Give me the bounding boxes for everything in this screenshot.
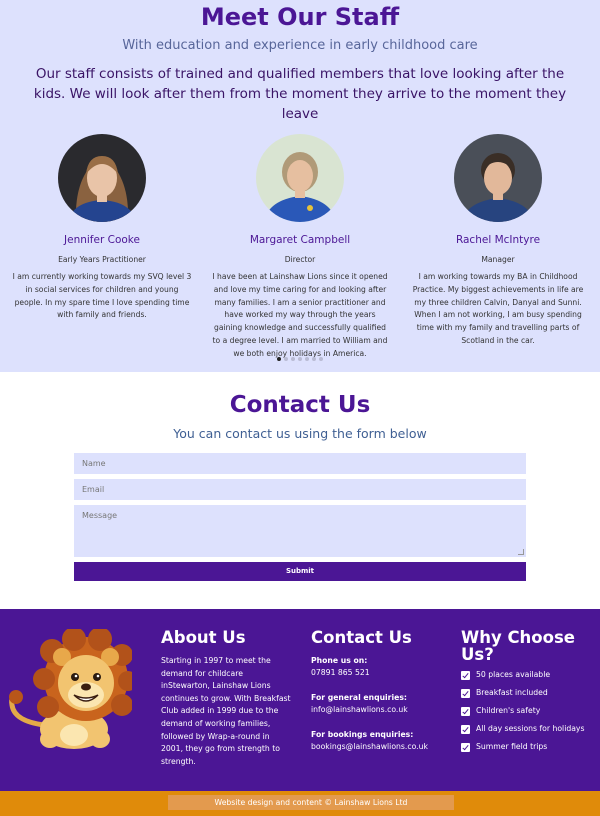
staff-title: Meet Our Staff bbox=[200, 3, 400, 31]
checkbox-checked-icon bbox=[461, 670, 470, 680]
checkbox-checked-icon bbox=[461, 688, 470, 698]
general-email-link[interactable]: info@lainshawlions.co.uk bbox=[311, 704, 451, 716]
contact-form: Name Email Message Submit bbox=[74, 453, 526, 581]
name-input[interactable]: Name bbox=[74, 453, 526, 474]
list-item: Breakfast included bbox=[461, 687, 596, 699]
carousel-dot[interactable] bbox=[277, 357, 281, 361]
staff-name: Jennifer Cooke bbox=[64, 234, 140, 246]
staff-section: Meet Our Staff With education and experi… bbox=[0, 0, 600, 372]
why-item-label: Summer field trips bbox=[476, 742, 548, 751]
carousel-dot[interactable] bbox=[298, 357, 302, 361]
carousel-dot[interactable] bbox=[312, 357, 316, 361]
bookings-enquiries-label: For bookings enquiries: bbox=[311, 730, 414, 739]
why-item-label: Children's safety bbox=[476, 706, 541, 715]
why-item-label: 50 places available bbox=[476, 670, 551, 679]
carousel-dot[interactable] bbox=[319, 357, 323, 361]
list-item: All day sessions for holidays bbox=[461, 723, 596, 735]
carousel-pagination bbox=[0, 357, 600, 361]
staff-photo-avatar bbox=[58, 134, 146, 222]
why-item-label: Breakfast included bbox=[476, 688, 548, 697]
staff-subtitle: With education and experience in early c… bbox=[122, 38, 478, 53]
submit-button[interactable]: Submit bbox=[74, 562, 526, 581]
contact-title: Contact Us bbox=[229, 392, 371, 418]
staff-bio: I am currently working towards my SVQ le… bbox=[12, 272, 192, 320]
carousel-dot[interactable] bbox=[291, 357, 295, 361]
staff-carousel: Jennifer Cooke Early Years Practitioner … bbox=[0, 134, 600, 361]
staff-card: Jennifer Cooke Early Years Practitioner … bbox=[12, 134, 192, 361]
staff-name: Rachel McIntyre bbox=[455, 234, 541, 246]
about-text: Starting in 1997 to meet the demand for … bbox=[161, 656, 291, 766]
staff-bio: I am working towards my BA in Childhood … bbox=[412, 272, 584, 345]
contact-section: Contact Us You can contact us using the … bbox=[0, 372, 600, 609]
why-heading: Why Choose Us? bbox=[461, 628, 575, 664]
checkbox-checked-icon bbox=[461, 724, 470, 734]
copyright-text: Website design and content © Lainshaw Li… bbox=[168, 795, 454, 810]
footer: About Us Starting in 1997 to meet the de… bbox=[0, 609, 600, 791]
footer-contact: Contact Us Phone us on: 07891 865 521 Fo… bbox=[311, 629, 451, 766]
checkbox-checked-icon bbox=[461, 742, 470, 752]
staff-name: Margaret Campbell bbox=[249, 234, 351, 246]
phone-label: Phone us on: bbox=[311, 656, 368, 665]
bookings-email-link[interactable]: bookings@lainshawlions.co.uk bbox=[311, 741, 451, 753]
staff-photo-avatar bbox=[454, 134, 542, 222]
list-item: Children's safety bbox=[461, 705, 596, 717]
list-item: Summer field trips bbox=[461, 741, 596, 753]
email-input[interactable]: Email bbox=[74, 479, 526, 500]
staff-photo-avatar bbox=[256, 134, 344, 222]
footer-contact-heading: Contact Us bbox=[311, 628, 412, 647]
why-list: 50 places available Breakfast included C… bbox=[461, 669, 596, 753]
staff-bio: I have been at Lainshaw Lions since it o… bbox=[212, 272, 388, 358]
staff-role: Director bbox=[284, 255, 316, 264]
carousel-dot[interactable] bbox=[305, 357, 309, 361]
checkbox-checked-icon bbox=[461, 706, 470, 716]
phone-link[interactable]: 07891 865 521 bbox=[311, 667, 451, 679]
list-item: 50 places available bbox=[461, 669, 596, 681]
lion-logo-icon bbox=[9, 629, 132, 749]
staff-intro: Our staff consists of trained and qualif… bbox=[33, 66, 567, 122]
staff-card: Margaret Campbell Director I have been a… bbox=[210, 134, 390, 361]
general-enquiries-label: For general enquiries: bbox=[311, 693, 407, 702]
staff-card: Rachel McIntyre Manager I am working tow… bbox=[408, 134, 588, 361]
carousel-dot[interactable] bbox=[284, 357, 288, 361]
copyright-bar: Website design and content © Lainshaw Li… bbox=[0, 791, 600, 816]
footer-about: About Us Starting in 1997 to meet the de… bbox=[161, 629, 291, 768]
footer-why-choose-us: Why Choose Us? 50 places available Break… bbox=[461, 629, 596, 759]
about-heading: About Us bbox=[161, 628, 246, 647]
staff-role: Early Years Practitioner bbox=[58, 255, 146, 264]
contact-subtitle: You can contact us using the form below bbox=[173, 426, 427, 441]
message-textarea[interactable]: Message bbox=[74, 505, 526, 557]
staff-role: Manager bbox=[481, 255, 515, 264]
why-item-label: All day sessions for holidays bbox=[476, 724, 585, 733]
